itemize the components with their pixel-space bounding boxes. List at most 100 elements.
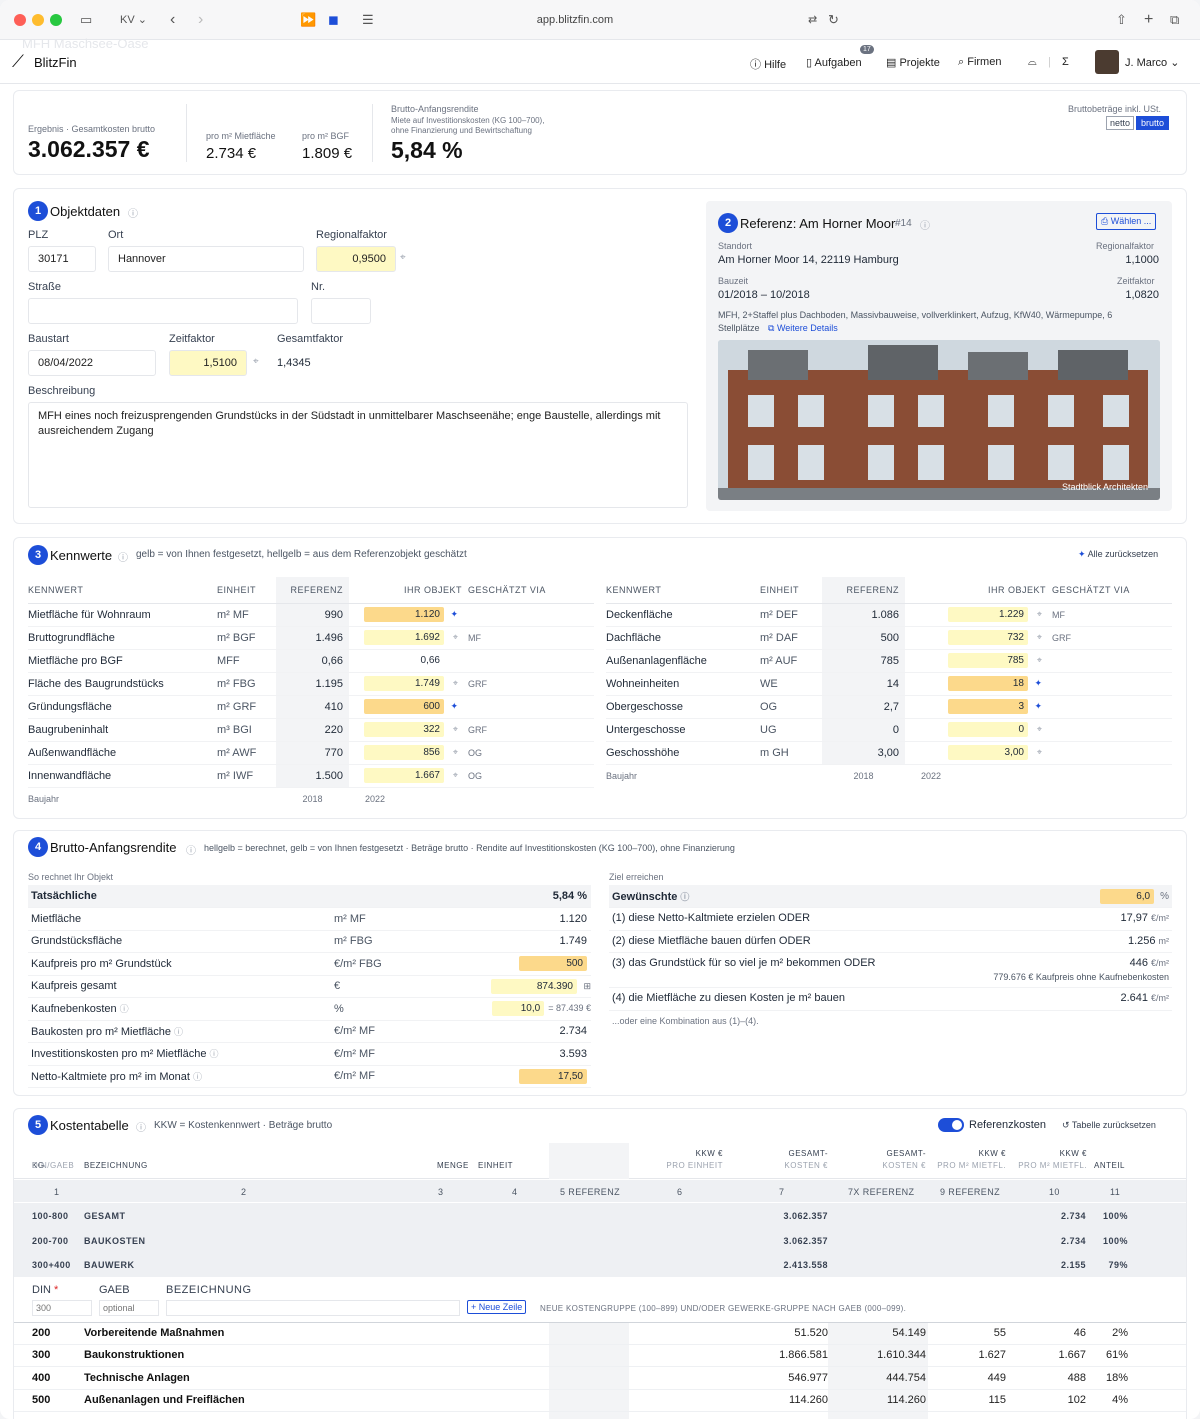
ort-input[interactable]: Hannover — [108, 246, 304, 272]
pin-icon[interactable]: ⌖ — [400, 252, 406, 263]
sigma-link[interactable]: Σ — [1062, 56, 1069, 68]
unit: m² MF — [334, 907, 449, 931]
info-icon[interactable]: ⓘ — [118, 549, 128, 564]
new-row-button[interactable]: + Neue Zeile — [467, 1300, 527, 1314]
info-icon[interactable]: ⓘ — [174, 1027, 183, 1037]
profile-select[interactable]: KV ⌄ — [120, 10, 147, 30]
value-input[interactable]: 10,0 — [492, 1001, 545, 1017]
bezeichnung-input[interactable] — [166, 1300, 460, 1316]
value-input[interactable]: 17,50 — [519, 1068, 587, 1084]
reset-all-button[interactable]: ✦ Alle zurücksetzen — [1078, 549, 1158, 560]
referenzkosten-toggle[interactable] — [938, 1118, 964, 1132]
beschreibung-textarea[interactable]: MFH eines noch freizusprengenden Grundst… — [28, 402, 688, 508]
object-value-input[interactable]: 18 — [948, 676, 1028, 691]
baujahr-label: Baujahr — [28, 793, 60, 804]
object-value-input[interactable]: 322 — [364, 722, 444, 737]
strasse-input[interactable] — [28, 298, 298, 324]
info-icon[interactable]: ⓘ — [120, 1004, 129, 1014]
reset-table-button[interactable]: ↺ Tabelle zurücksetzen — [1062, 1120, 1156, 1131]
object-value-input[interactable]: 1.692 — [364, 630, 444, 645]
summary-cell: BAUKOSTEN — [84, 1235, 146, 1246]
link-icon[interactable]: ⌖ — [1030, 632, 1042, 643]
link-icon[interactable]: ⌖ — [1030, 609, 1042, 620]
table-row[interactable] — [14, 1344, 1186, 1345]
value-input[interactable]: 500 — [519, 956, 587, 972]
info-icon[interactable]: ⓘ — [920, 217, 930, 232]
col-header: GESCHÄTZT VIA — [462, 577, 594, 604]
more-details-link[interactable]: ⧉ Weitere Details — [768, 323, 838, 334]
translate-icon[interactable]: ⇄ — [808, 10, 817, 30]
companies-link[interactable]: ⌕ Firmen — [958, 56, 1001, 69]
choose-reference-button[interactable]: ⎙ Wählen ... — [1096, 213, 1157, 230]
table-row[interactable] — [14, 1410, 1186, 1412]
baustart-input[interactable]: 08/04/2022 — [28, 350, 156, 376]
sidebar-icon[interactable]: ▭ — [80, 10, 92, 30]
object-value-input[interactable]: 1.749 — [364, 676, 444, 691]
link-icon[interactable]: ⌖ — [1030, 747, 1042, 758]
section-title: Kostentabelle — [50, 1118, 129, 1133]
object-value-input[interactable]: 1.667 — [364, 768, 444, 783]
estimated-via — [462, 695, 594, 719]
back-icon[interactable]: ‹ — [170, 10, 175, 30]
avatar[interactable] — [1095, 50, 1119, 74]
share-icon[interactable]: ⇧ — [1116, 10, 1127, 30]
object-value-input[interactable]: 600 — [364, 699, 444, 714]
tasks-link[interactable]: ▯ Aufgaben — [806, 56, 862, 69]
new-tab-icon[interactable]: + — [1144, 10, 1153, 30]
info-icon[interactable]: ⓘ — [136, 1119, 146, 1134]
plz-input[interactable]: 30171 — [28, 246, 96, 272]
minimize-window-icon[interactable] — [32, 14, 44, 26]
object-value-input[interactable]: 1.229 — [948, 607, 1028, 622]
link-icon[interactable]: ⌖ — [446, 632, 458, 643]
pin-icon[interactable]: ✦ — [1030, 678, 1042, 689]
info-icon[interactable]: ⓘ — [209, 1049, 218, 1059]
calculator-icon[interactable]: ⊞ — [581, 981, 591, 992]
link-icon[interactable]: ⌖ — [446, 724, 458, 735]
close-window-icon[interactable] — [14, 14, 26, 26]
info-icon[interactable]: ⓘ — [193, 1072, 202, 1082]
table-row[interactable] — [14, 1388, 1186, 1390]
chart-icon[interactable]: ⌓ — [1028, 56, 1037, 69]
row-label: Kaufpreis pro m² Grundstück — [31, 957, 172, 970]
user-menu[interactable]: J. Marco ⌄ — [1125, 56, 1179, 69]
object-value-input[interactable]: 3,00 — [948, 745, 1028, 760]
maximize-window-icon[interactable] — [50, 14, 62, 26]
object-value-input[interactable]: 0 — [948, 722, 1028, 737]
pin-icon[interactable]: ✦ — [1030, 701, 1042, 712]
help-link[interactable]: ⓘ Hilfe — [750, 56, 786, 72]
gewuenschte-input[interactable]: 6,0 — [1100, 888, 1155, 904]
object-value-input[interactable]: 856 — [364, 745, 444, 760]
gaeb-input[interactable] — [99, 1300, 159, 1316]
info-icon[interactable]: ⓘ — [128, 205, 138, 220]
brutto-toggle[interactable]: brutto — [1136, 116, 1170, 130]
link-icon[interactable]: ⌖ — [1030, 724, 1042, 735]
din-input[interactable] — [32, 1300, 92, 1316]
object-value-input[interactable]: 3 — [948, 699, 1028, 714]
tabs-overview-icon[interactable]: ⧉ — [1170, 10, 1179, 30]
object-value-input[interactable]: 1.120 — [364, 607, 444, 622]
link-icon[interactable]: ⌖ — [1030, 655, 1042, 666]
forward-icon[interactable]: › — [198, 10, 203, 30]
object-value-input[interactable]: 732 — [948, 630, 1028, 645]
netto-toggle[interactable]: netto — [1106, 116, 1135, 130]
nr-input[interactable] — [311, 298, 371, 324]
pin-icon[interactable]: ✦ — [446, 701, 458, 712]
info-icon[interactable]: ⓘ — [680, 892, 689, 902]
link-icon[interactable]: ⌖ — [446, 678, 458, 689]
table-row[interactable] — [14, 1366, 1186, 1368]
projects-link[interactable]: ▤ Projekte — [886, 56, 940, 69]
link-icon[interactable]: ⌖ — [446, 747, 458, 758]
info-icon[interactable]: ⓘ — [186, 842, 196, 857]
reference-value: 3,00 — [822, 741, 905, 765]
link-icon[interactable]: ⌖ — [446, 770, 458, 781]
logo-text[interactable]: BlitzFin — [34, 55, 77, 70]
row-label: Kaufpreis gesamt — [31, 980, 117, 993]
object-value-input[interactable]: 785 — [948, 653, 1028, 668]
address-bar[interactable]: app.blitzfin.com — [300, 8, 850, 32]
zeitfaktor-input[interactable]: 1,5100 — [169, 350, 247, 376]
pin-icon[interactable]: ⌖ — [253, 356, 259, 367]
value-input[interactable]: 874.390 — [491, 978, 577, 994]
reload-icon[interactable]: ↻ — [828, 10, 839, 30]
regionalfaktor-input[interactable]: 0,9500 — [316, 246, 396, 272]
pin-icon[interactable]: ✦ — [446, 609, 458, 620]
